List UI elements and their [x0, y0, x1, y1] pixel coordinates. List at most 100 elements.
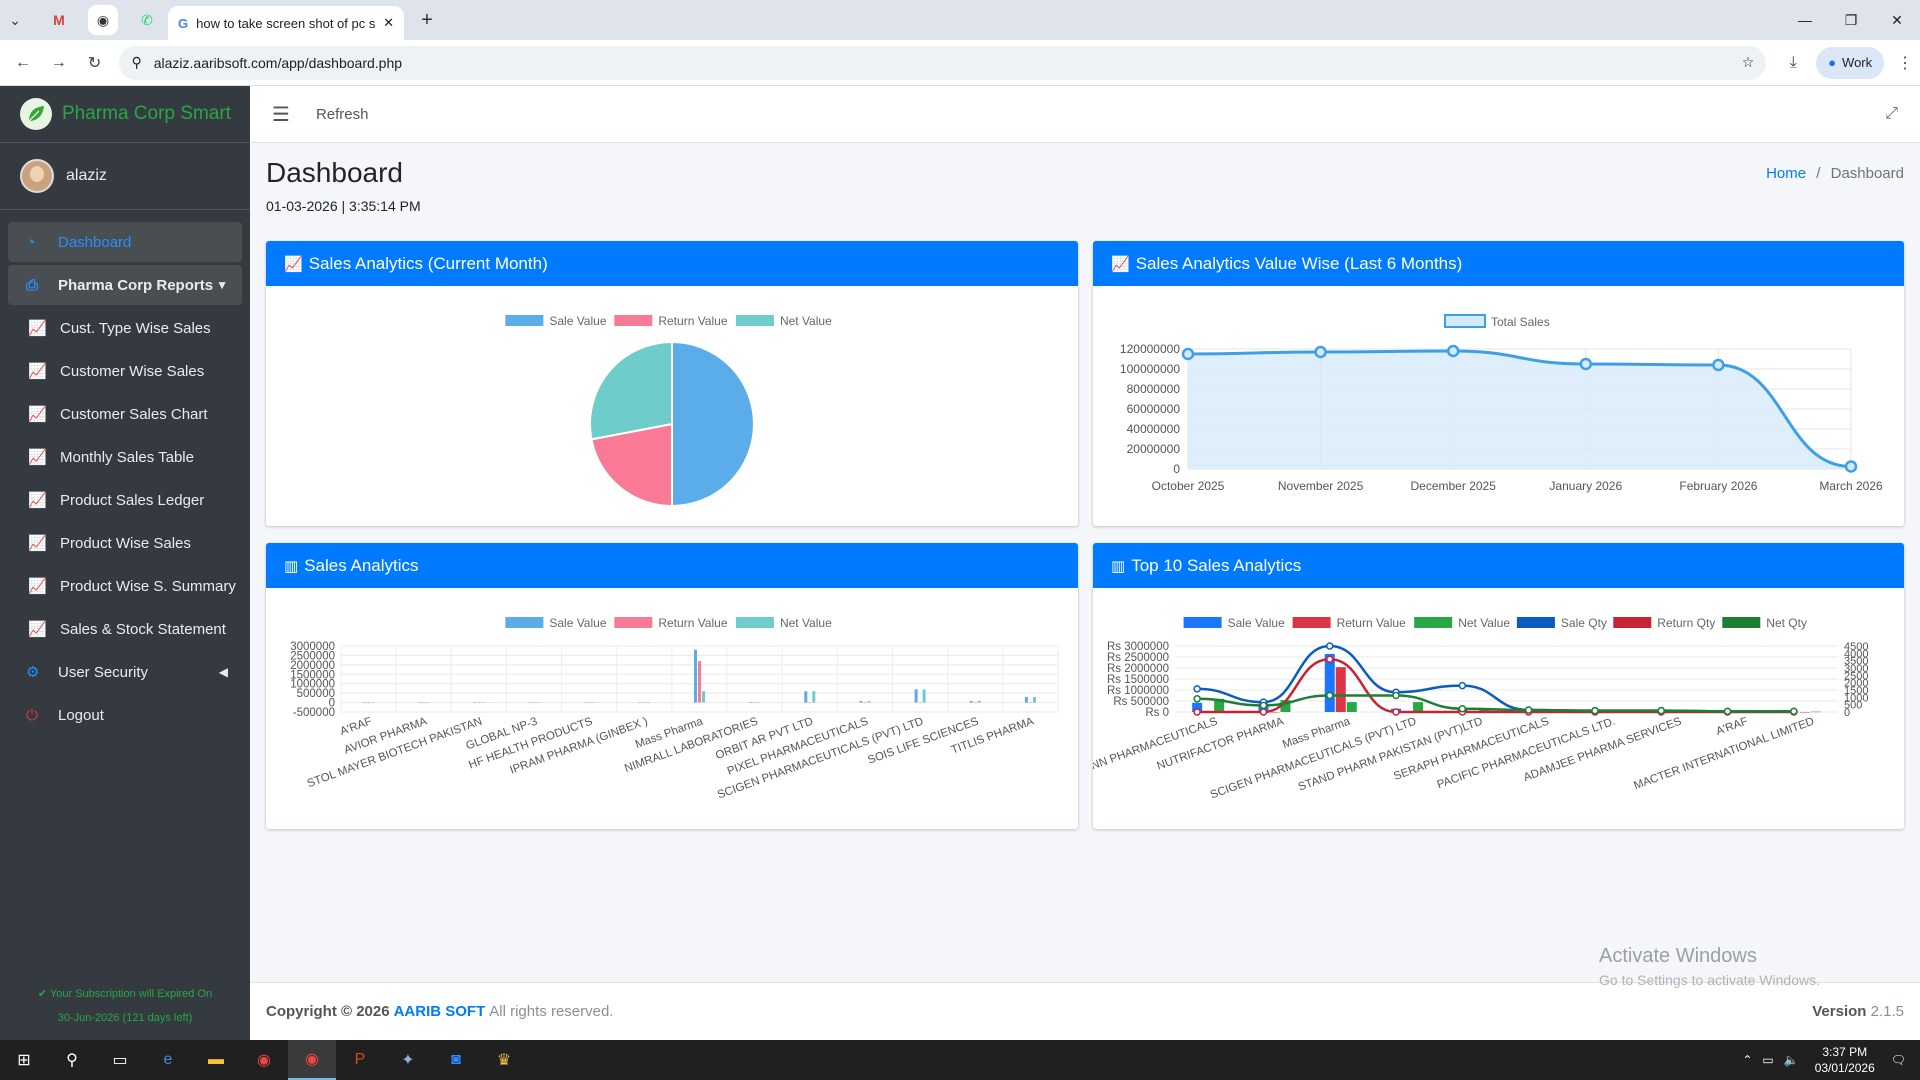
card-header: ▥ Top 10 Sales Analytics	[1093, 543, 1904, 588]
legend-swatch	[614, 617, 653, 628]
refresh-link[interactable]: Refresh	[316, 106, 369, 123]
sidebar-item-product-wise-summary[interactable]: 📈 Product Wise S. Summary	[8, 566, 242, 606]
legend-label: Total Sales	[1491, 315, 1550, 329]
file-explorer-icon[interactable]: ▬	[192, 1040, 240, 1080]
legend-label: Return Value	[658, 616, 727, 630]
legend-swatch	[505, 315, 544, 326]
legend-swatch	[1444, 314, 1486, 328]
y-tick-label: 20000000	[1127, 442, 1181, 456]
app-icon[interactable]: ✦	[384, 1040, 432, 1080]
x-tick-label: March 2026	[1819, 479, 1883, 493]
tab-title: how to take screen shot of pc s	[196, 15, 376, 31]
new-tab-icon[interactable]: +	[412, 5, 442, 35]
y-tick-label: 0	[1173, 462, 1180, 476]
bar	[922, 689, 926, 703]
sidebar-item-product-sales-ledger[interactable]: 📈 Product Sales Ledger	[8, 480, 242, 520]
brand-link[interactable]: AARIB SOFT	[394, 1003, 486, 1020]
legend-label: Net Value	[780, 314, 832, 328]
sidebar-item-label: Cust. Type Wise Sales	[60, 319, 211, 337]
site-info-icon[interactable]: ⚲	[131, 54, 141, 71]
bar	[1028, 702, 1032, 704]
data-point	[1193, 708, 1201, 716]
close-window-icon[interactable]: ✕	[1874, 0, 1920, 40]
bar	[481, 702, 485, 703]
data-point	[1446, 344, 1460, 358]
sidebar-item-sales-stock-statement[interactable]: 📈 Sales & Stock Statement	[8, 609, 242, 649]
legend-label: Return Value	[1337, 616, 1406, 630]
sidebar-item-logout[interactable]: ⏻ Logout	[8, 695, 242, 735]
close-tab-icon[interactable]: ✕	[383, 15, 394, 31]
windows-start-icon[interactable]: ⊞	[0, 1040, 48, 1080]
sidebar-item-label: Product Sales Ledger	[60, 491, 205, 509]
legend-label: Return Value	[658, 314, 727, 328]
chart-area-icon: 📈	[284, 255, 303, 273]
sidebar-menu: ◔ Dashboard ⎙ Pharma Corp Reports ▼ 📈 Cu…	[0, 210, 250, 735]
clock[interactable]: 3:37 PM 03/01/2026	[1815, 1044, 1875, 1076]
fullscreen-icon[interactable]: ⤢	[1885, 105, 1898, 123]
chrome-icon[interactable]: ◉	[240, 1040, 288, 1080]
address-bar: ← → ↻ ⚲ alaziz.aaribsoft.com/app/dashboa…	[0, 40, 1920, 86]
bar	[536, 702, 540, 703]
chrome-tab-icon[interactable]: ◉	[88, 5, 118, 35]
check-circle-icon: ✔	[37, 988, 48, 1000]
sidebar-item-monthly-sales-table[interactable]: 📈 Monthly Sales Table	[8, 437, 242, 477]
sidebar-item-customer-sales-chart[interactable]: 📈 Customer Sales Chart	[8, 394, 242, 434]
chrome-menu-icon[interactable]: ⋮	[1890, 48, 1920, 78]
data-point	[1844, 460, 1858, 473]
breadcrumb-home[interactable]: Home	[1766, 165, 1806, 182]
brand-name: Pharma Corp Smart	[62, 103, 231, 124]
notification-icon[interactable]: 🗨	[1891, 1053, 1906, 1067]
data-point	[1392, 708, 1400, 716]
sidebar-item-pharma-corp-reports[interactable]: ⎙ Pharma Corp Reports ▼	[8, 265, 242, 305]
brand[interactable]: Pharma Corp Smart	[0, 86, 250, 143]
data-point	[1326, 655, 1334, 663]
chart-line-icon: 📈	[28, 535, 47, 552]
omnibox[interactable]: ⚲ alaziz.aaribsoft.com/app/dashboard.php…	[119, 45, 1767, 80]
minimize-icon[interactable]: —	[1782, 0, 1828, 40]
forward-icon[interactable]: →	[44, 48, 74, 78]
tray-chevron-icon[interactable]: ⌃	[1742, 1053, 1752, 1067]
x-tick-label: A'RAF	[339, 716, 374, 739]
whatsapp-tab-icon[interactable]: ✆	[132, 5, 162, 35]
bookmark-star-icon[interactable]: ☆	[1742, 54, 1755, 71]
data-point	[1723, 707, 1732, 716]
sidebar-item-cust-type-wise-sales[interactable]: 📈 Cust. Type Wise Sales	[8, 308, 242, 348]
edge-icon[interactable]: e	[144, 1040, 192, 1080]
tab-list-icon[interactable]: ⌄	[0, 5, 30, 35]
card-title: Sales Analytics	[304, 555, 419, 575]
hamburger-menu-icon[interactable]: ☰	[272, 102, 290, 127]
reload-icon[interactable]: ↻	[80, 48, 110, 78]
bar	[426, 702, 430, 703]
active-tab[interactable]: G how to take screen shot of pc s ✕	[168, 6, 404, 40]
bar	[642, 702, 646, 704]
zoom-icon[interactable]: ◙	[432, 1040, 480, 1080]
main-content: Dashboard 01-03-2026 | 3:35:14 PM Home /…	[250, 143, 1920, 982]
card-top-10-sales: ▥ Top 10 Sales Analytics Sale Value Retur…	[1093, 543, 1904, 829]
gmail-tab-icon[interactable]: M	[44, 5, 74, 35]
volume-icon[interactable]: 🔈	[1784, 1053, 1799, 1067]
dashboard-icon: ◔	[26, 233, 36, 251]
back-icon[interactable]: ←	[8, 48, 38, 78]
user-name[interactable]: alaziz	[66, 167, 107, 185]
task-view-icon[interactable]: ▭	[96, 1040, 144, 1080]
app-icon-2[interactable]: ♛	[480, 1040, 528, 1080]
download-icon[interactable]: ⤓	[1778, 48, 1808, 78]
chevron-down-icon: ▼	[216, 278, 228, 292]
taskbar: ⊞ ⚲ ▭ e ▬ ◉ ◉ P ✦ ◙ ♛ ⌃ ▭ 🔈 3:37 PM 03/0…	[0, 1040, 1920, 1080]
bar-chart-icon: ▥	[284, 557, 299, 575]
sidebar-item-user-security[interactable]: ⚙ User Security ◀	[8, 652, 242, 692]
profile-button[interactable]: ● Work	[1816, 46, 1885, 79]
chrome-profile-icon[interactable]: ◉	[288, 1040, 336, 1080]
data-point	[1712, 358, 1725, 372]
search-icon[interactable]: ⚲	[48, 1040, 96, 1080]
restore-icon[interactable]: ❐	[1828, 0, 1874, 40]
powerpoint-icon[interactable]: P	[336, 1040, 384, 1080]
sidebar-item-label: Product Wise Sales	[60, 534, 191, 552]
y-tick-label: 120000000	[1120, 342, 1180, 356]
sidebar-item-customer-wise-sales[interactable]: 📈 Customer Wise Sales	[8, 351, 242, 391]
sidebar-item-dashboard[interactable]: ◔ Dashboard	[8, 222, 242, 262]
network-icon[interactable]: ▭	[1762, 1053, 1773, 1067]
url-text[interactable]: alaziz.aaribsoft.com/app/dashboard.php	[154, 55, 1742, 71]
card-title: Sales Analytics Value Wise (Last 6 Month…	[1135, 253, 1463, 273]
sidebar-item-product-wise-sales[interactable]: 📈 Product Wise Sales	[8, 523, 242, 563]
